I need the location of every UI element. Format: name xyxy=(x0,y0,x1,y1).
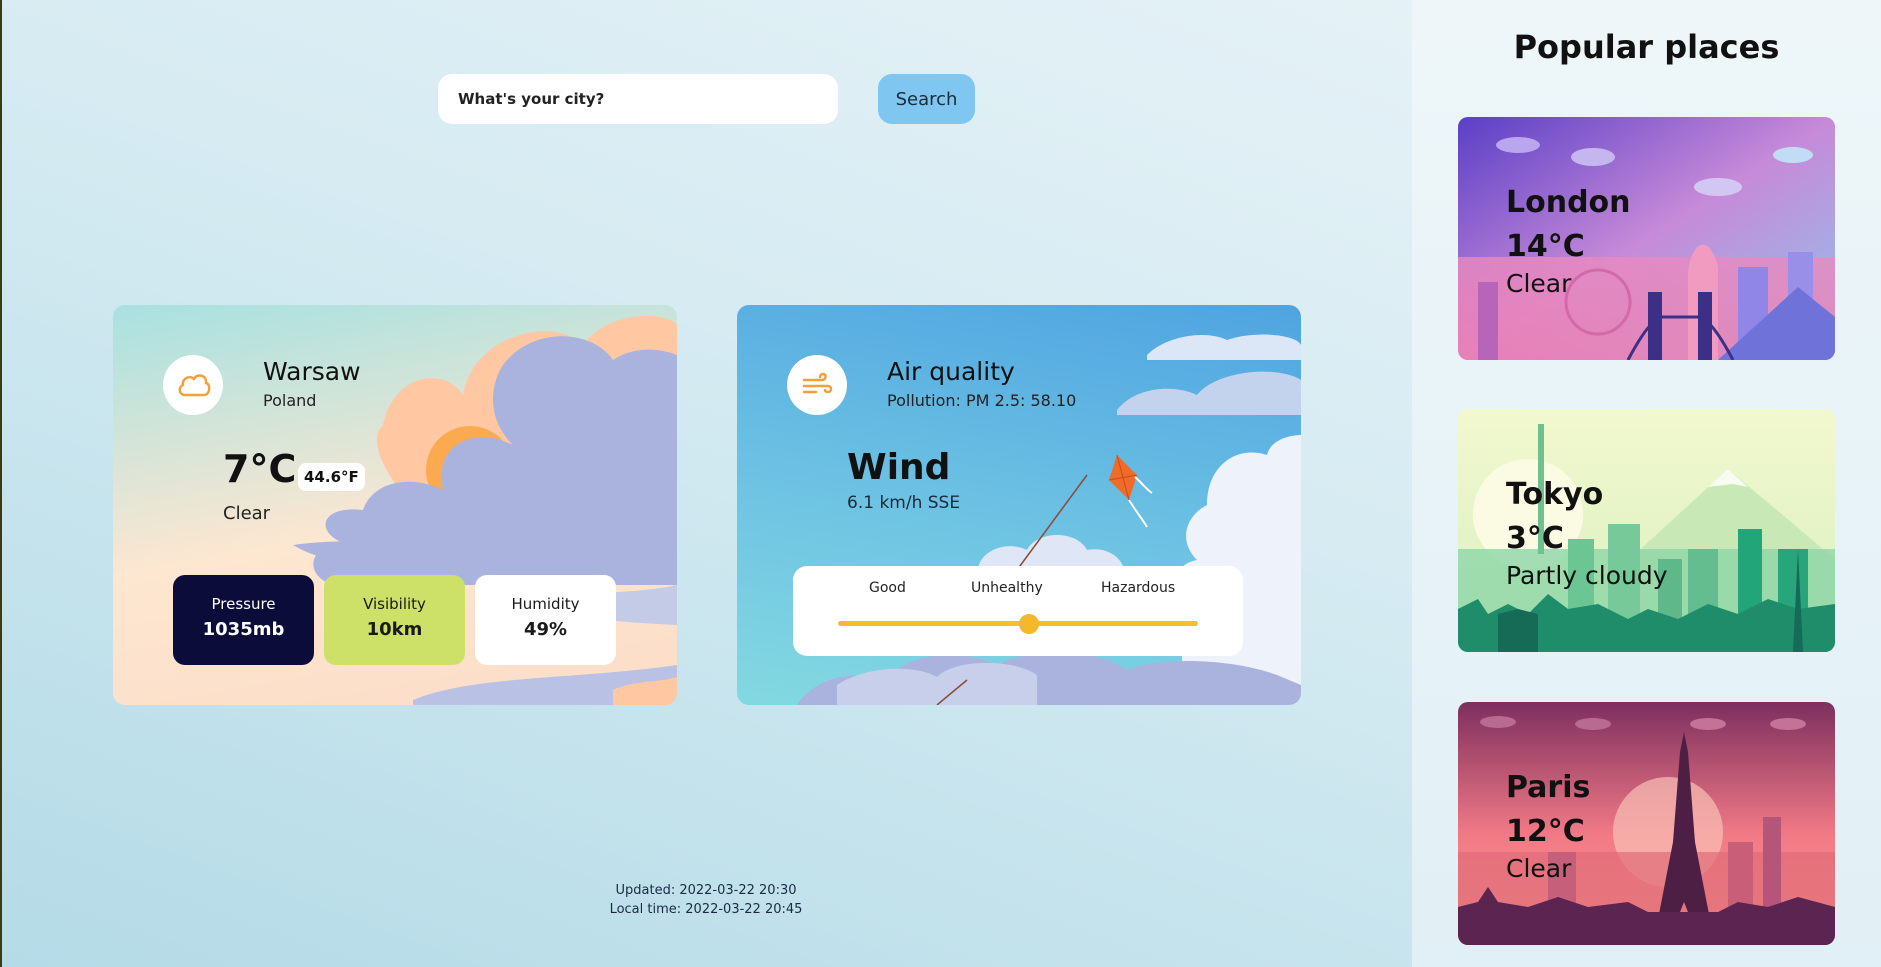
wind-value: 6.1 km/h SSE xyxy=(847,493,961,513)
place-card-paris[interactable]: Paris 12°C Clear xyxy=(1458,702,1835,945)
pollution-reading: Pollution: PM 2.5: 58.10 xyxy=(887,391,1077,410)
air-quality-title: Air quality xyxy=(887,357,1015,386)
place-name: Tokyo xyxy=(1506,477,1604,512)
place-card-london[interactable]: London 14°C Clear xyxy=(1458,117,1835,360)
place-card-tokyo[interactable]: Tokyo 3°C Partly cloudy xyxy=(1458,409,1835,652)
humidity-value: 49% xyxy=(523,619,568,640)
air-icon-badge xyxy=(787,355,847,415)
air-quality-slider-handle[interactable] xyxy=(1018,614,1039,634)
place-temperature: 12°C xyxy=(1506,814,1585,849)
air-quality-card: Air quality Pollution: PM 2.5: 58.10 Win… xyxy=(737,305,1301,705)
wind-title: Wind xyxy=(847,447,951,488)
city-name: Warsaw xyxy=(263,357,361,386)
humidity-card: Humidity 49% xyxy=(475,575,616,665)
cloud-icon xyxy=(178,374,211,397)
pressure-label: Pressure xyxy=(211,595,276,613)
weather-condition: Clear xyxy=(223,503,271,524)
visibility-value: 10km xyxy=(366,619,423,640)
place-temperature: 14°C xyxy=(1506,229,1585,264)
update-timestamps: Updated: 2022-03-22 20:30 Local time: 20… xyxy=(0,881,1412,919)
temperature-celsius: 7°C xyxy=(223,447,297,491)
updated-time: Updated: 2022-03-22 20:30 xyxy=(615,883,797,898)
temperature-fahrenheit-badge: 44.6°F xyxy=(298,463,365,491)
place-condition: Clear xyxy=(1506,854,1572,883)
place-condition: Partly cloudy xyxy=(1506,561,1668,590)
visibility-card: Visibility 10km xyxy=(324,575,465,665)
weather-card: Warsaw Poland 7°C 44.6°F Clear Pressure … xyxy=(113,305,677,705)
weather-icon-badge xyxy=(163,355,223,415)
place-name: Paris xyxy=(1506,770,1591,805)
air-quality-scale: Good Unhealthy Hazardous xyxy=(793,566,1243,656)
scale-label-good: Good xyxy=(869,580,906,596)
pressure-value: 1035mb xyxy=(202,619,285,640)
wind-icon xyxy=(802,372,833,394)
scale-label-hazardous: Hazardous xyxy=(1101,580,1176,596)
scale-label-unhealthy: Unhealthy xyxy=(971,580,1043,596)
search-button[interactable]: Search xyxy=(878,74,975,124)
search-box xyxy=(438,74,838,124)
city-search-input[interactable] xyxy=(438,74,838,124)
popular-places-sidebar: Popular places London 14°C Clear Tokyo 3… xyxy=(1412,0,1881,967)
humidity-label: Humidity xyxy=(511,595,580,613)
local-time: Local time: 2022-03-22 20:45 xyxy=(609,902,803,917)
visibility-label: Visibility xyxy=(363,595,426,613)
window-edge xyxy=(0,0,2,967)
country-name: Poland xyxy=(263,391,317,410)
sidebar-title: Popular places xyxy=(1513,28,1780,66)
pressure-card: Pressure 1035mb xyxy=(173,575,314,665)
place-temperature: 3°C xyxy=(1506,521,1564,556)
place-condition: Clear xyxy=(1506,269,1572,298)
place-name: London xyxy=(1506,185,1631,220)
